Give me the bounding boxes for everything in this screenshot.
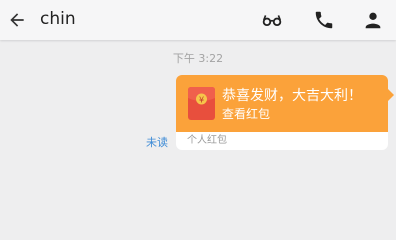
view-red-packet-label[interactable]: 查看红包	[222, 106, 270, 122]
top-app-bar: chin	[0, 0, 396, 40]
svg-text:¥: ¥	[199, 96, 204, 105]
bubble-tail	[388, 89, 394, 101]
red-packet-type-label: 个人红包	[187, 135, 227, 146]
red-envelope-icon: ¥	[188, 87, 215, 120]
red-packet-footer: 个人红包	[176, 132, 388, 150]
red-packet-message[interactable]: ¥ 恭喜发财，大吉大利！ 查看红包 个人红包	[176, 75, 394, 150]
timestamp-text: 下午 3:22	[172, 52, 224, 65]
message-timestamp: 下午 3:22	[0, 50, 396, 66]
contact-name: chin	[40, 9, 76, 29]
red-packet-card[interactable]: ¥ 恭喜发财，大吉大利！ 查看红包	[176, 75, 388, 132]
back-arrow-icon[interactable]	[7, 10, 27, 30]
person-icon[interactable]	[362, 9, 384, 31]
phone-icon[interactable]	[313, 9, 335, 31]
red-packet-greeting: 恭喜发财，大吉大利！	[222, 88, 362, 104]
unread-status: 未读	[146, 136, 168, 149]
glasses-icon[interactable]	[261, 9, 283, 31]
